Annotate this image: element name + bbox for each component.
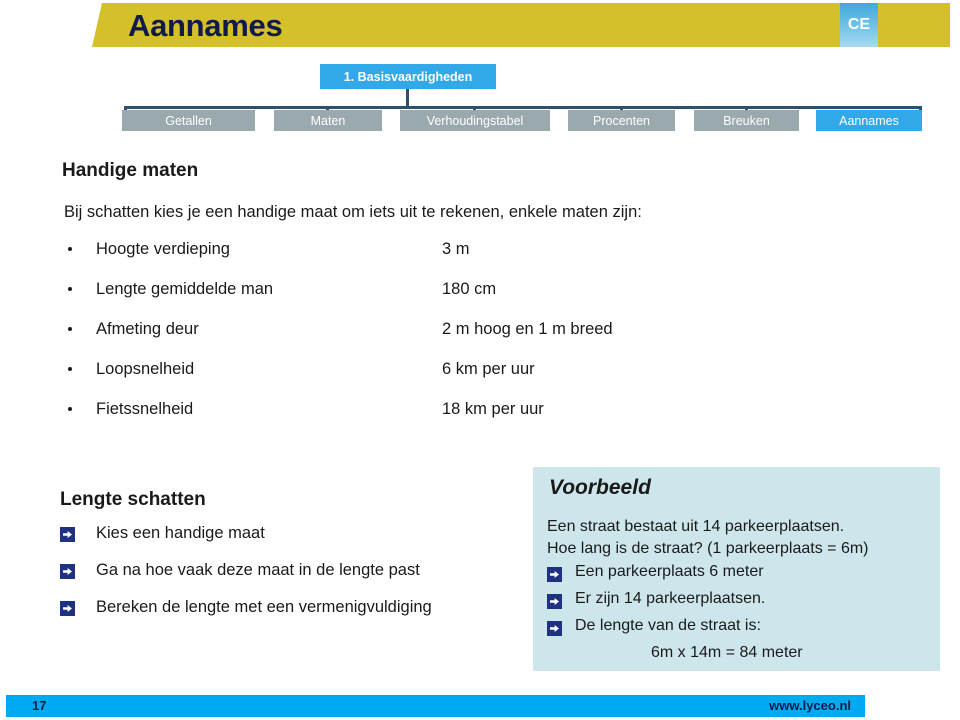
tree-item-verhoudingstabel[interactable]: Verhoudingstabel: [400, 110, 550, 131]
lengte-schatten-heading: Lengte schatten: [60, 489, 206, 510]
measure-value: 2 m hoog en 1 m breed: [442, 320, 613, 338]
arrow-right-icon: [547, 567, 562, 582]
voorbeeld-step-label: De lengte van de straat is:: [575, 617, 761, 634]
step-label: Ga na hoe vaak deze maat in de lengte pa…: [96, 561, 420, 579]
measure-value: 180 cm: [442, 280, 497, 298]
tree-item-procenten[interactable]: Procenten: [568, 110, 675, 131]
arrow-right-icon: [60, 601, 75, 616]
tree-connector-horizontal: [124, 106, 922, 109]
voorbeeld-result: 6m x 14m = 84 meter: [651, 644, 803, 661]
footer-bar: 17 www.lyceo.nl: [6, 695, 865, 717]
list-item: Afmeting deur 2 m hoog en 1 m breed: [64, 320, 764, 360]
measures-list: Hoogte verdieping 3 m Lengte gemiddelde …: [64, 240, 764, 440]
list-item: Hoogte verdieping 3 m: [64, 240, 764, 280]
ce-badge: CE: [840, 3, 878, 47]
list-item: Loopsnelheid 6 km per uur: [64, 360, 764, 400]
list-item: Lengte gemiddelde man 180 cm: [64, 280, 764, 320]
voorbeeld-title: Voorbeeld: [549, 476, 651, 499]
intro-text: Bij schatten kies je een handige maat om…: [64, 203, 642, 221]
measure-value: 3 m: [442, 240, 470, 258]
tree-root-basisvaardigheden[interactable]: 1. Basisvaardigheden: [320, 64, 496, 89]
list-item: Ga na hoe vaak deze maat in de lengte pa…: [60, 561, 520, 598]
bullet-icon: [68, 327, 72, 331]
arrow-right-icon: [547, 621, 562, 636]
measure-value: 6 km per uur: [442, 360, 535, 378]
arrow-right-icon: [60, 527, 75, 542]
bullet-icon: [68, 367, 72, 371]
arrow-right-icon: [60, 564, 75, 579]
voorbeeld-question-line-1: Een straat bestaat uit 14 parkeerplaatse…: [547, 518, 845, 535]
tree-item-getallen[interactable]: Getallen: [122, 110, 255, 131]
voorbeeld-panel: Voorbeeld Een straat bestaat uit 14 park…: [533, 467, 940, 671]
tree-item-breuken[interactable]: Breuken: [694, 110, 799, 131]
list-item: Fietssnelheid 18 km per uur: [64, 400, 764, 440]
voorbeeld-step-label: Er zijn 14 parkeerplaatsen.: [575, 590, 766, 607]
bullet-icon: [68, 407, 72, 411]
voorbeeld-step-label: Een parkeerplaats 6 meter: [575, 563, 764, 580]
measure-label: Hoogte verdieping: [96, 240, 230, 258]
measure-label: Loopsnelheid: [96, 360, 195, 378]
measure-value: 18 km per uur: [442, 400, 544, 418]
footer-url[interactable]: www.lyceo.nl: [769, 698, 851, 713]
handige-maten-heading: Handige maten: [62, 160, 199, 181]
measure-label: Fietssnelheid: [96, 400, 194, 418]
list-item: Bereken de lengte met een vermenigvuldig…: [60, 598, 520, 635]
topic-tree-nav: 1. Basisvaardigheden Getallen Maten Verh…: [0, 60, 960, 135]
measure-label: Lengte gemiddelde man: [96, 280, 274, 298]
tree-item-aannames[interactable]: Aannames: [816, 110, 922, 131]
tree-item-maten[interactable]: Maten: [274, 110, 382, 131]
bullet-icon: [68, 247, 72, 251]
steps-list: Kies een handige maat Ga na hoe vaak dez…: [60, 524, 520, 635]
list-item: Kies een handige maat: [60, 524, 520, 561]
step-label: Bereken de lengte met een vermenigvuldig…: [96, 598, 432, 616]
step-label: Kies een handige maat: [96, 524, 265, 542]
page-number: 17: [32, 698, 47, 713]
voorbeeld-question-line-2: Hoe lang is de straat? (1 parkeerplaats …: [547, 540, 869, 557]
arrow-right-icon: [547, 594, 562, 609]
measure-label: Afmeting deur: [96, 320, 199, 338]
page-title: Aannames: [128, 8, 283, 43]
bullet-icon: [68, 287, 72, 291]
